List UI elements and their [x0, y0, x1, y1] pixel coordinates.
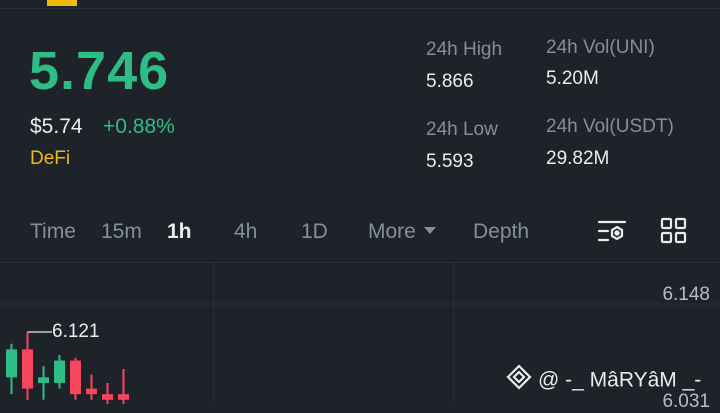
candle-body: [86, 388, 97, 395]
low-label: 24h Low: [426, 119, 498, 140]
indicator-settings-icon: [597, 220, 627, 242]
high-label: 24h High: [426, 39, 503, 60]
tab-4h[interactable]: 4h: [234, 218, 257, 246]
caret-down-icon: [423, 226, 436, 234]
layout-grid-button[interactable]: [657, 214, 691, 248]
candle-body: [70, 360, 81, 395]
tab-1h[interactable]: 1h: [167, 218, 192, 246]
tab-15m[interactable]: 15m: [101, 218, 142, 246]
candle-body: [118, 394, 129, 400]
high-value: 5.866: [426, 71, 474, 92]
more-label: More: [368, 220, 416, 243]
candle-body: [6, 349, 17, 378]
last-price: 5.746: [29, 41, 170, 101]
low-value: 5.593: [426, 151, 474, 172]
active-tab-indicator: [47, 0, 77, 6]
watermark-text: @ -_ MâRYâM _-: [538, 368, 702, 392]
tab-1d[interactable]: 1D: [301, 218, 328, 246]
volume-base-value: 5.20M: [546, 68, 599, 89]
usd-price: $5.74: [30, 115, 83, 138]
volume-quote-label: 24h Vol(USDT): [546, 116, 674, 137]
peak-price-label: 6.121: [52, 321, 100, 342]
tab-time[interactable]: Time: [30, 218, 76, 246]
header-divider: [0, 8, 720, 9]
candle-body: [38, 377, 49, 383]
price-change-percent: +0.88%: [103, 115, 175, 138]
price-axis-label: 6.148: [662, 284, 710, 305]
volume-base-label: 24h Vol(UNI): [546, 37, 655, 58]
grid-icon: [660, 217, 687, 244]
watermark: @ -_ MâRYâM _-: [506, 364, 701, 397]
volume-quote-value: 29.82M: [546, 148, 610, 169]
candle-body: [102, 394, 113, 400]
diamond-logo-icon: [506, 364, 532, 397]
candle-body: [54, 360, 65, 383]
tab-more[interactable]: More: [368, 218, 436, 246]
indicator-settings-button[interactable]: [595, 214, 629, 248]
category-tag[interactable]: DeFi: [30, 147, 70, 171]
tab-depth[interactable]: Depth: [473, 218, 529, 246]
candle-body: [22, 349, 33, 389]
